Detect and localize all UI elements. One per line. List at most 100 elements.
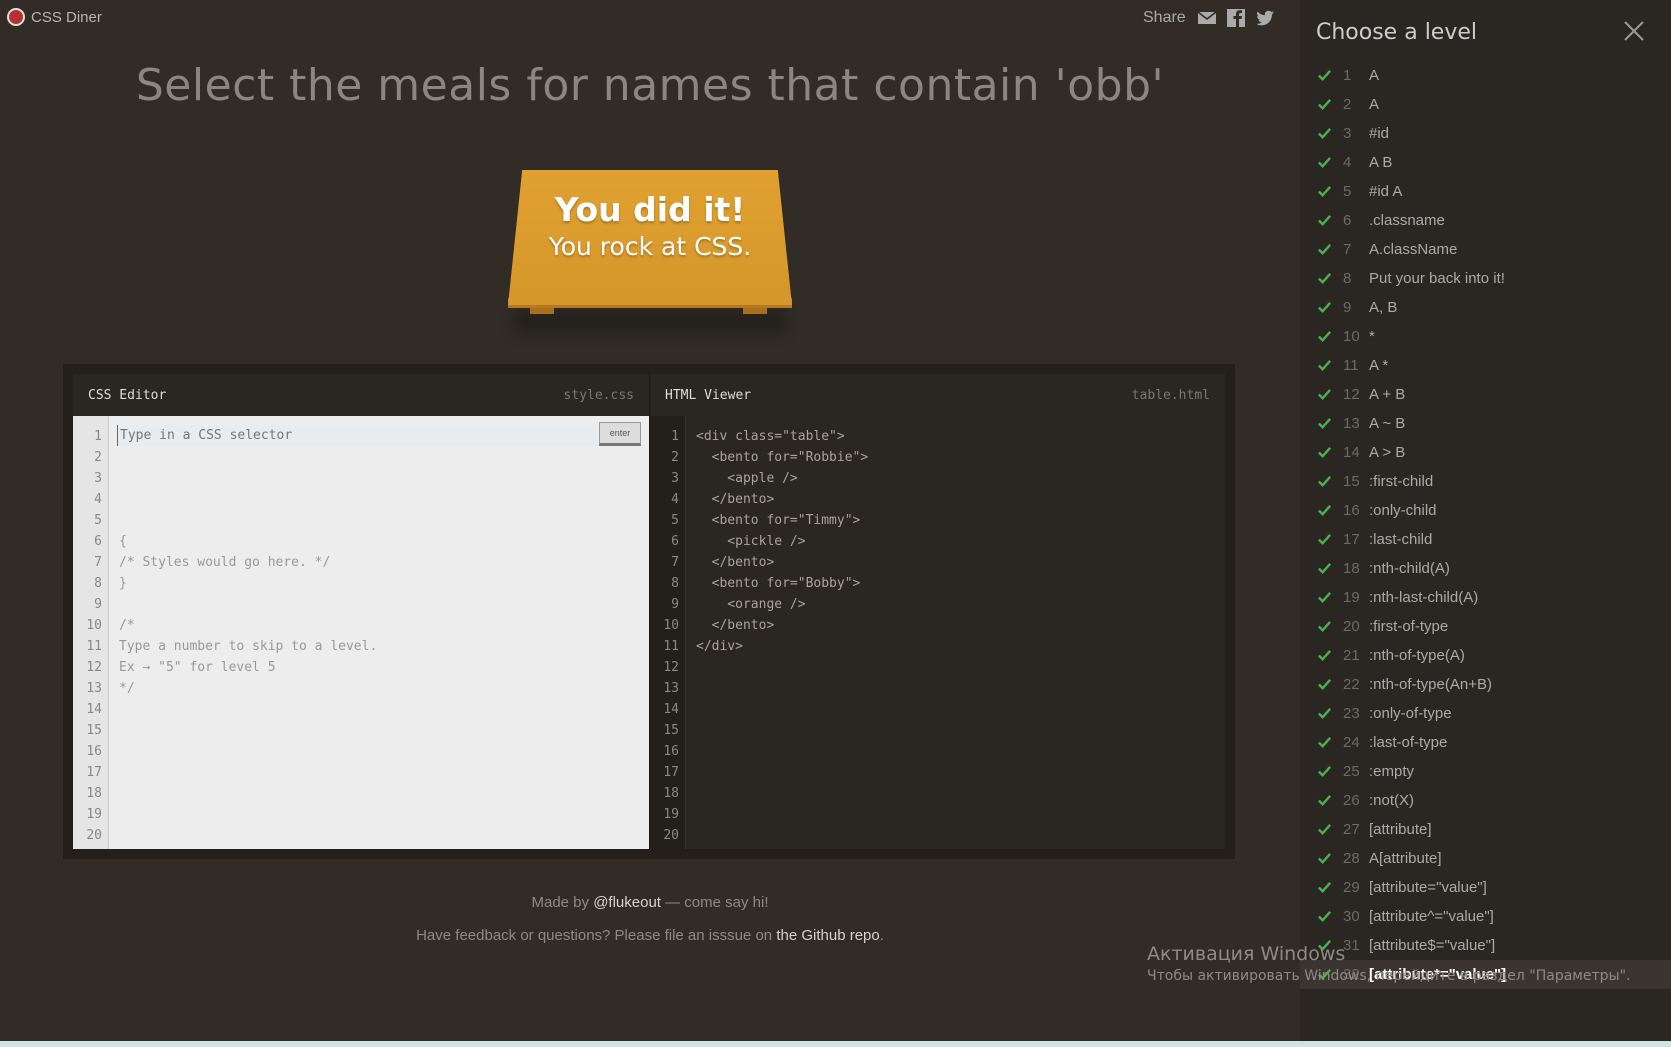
- level-number: 25: [1343, 763, 1360, 780]
- level-item[interactable]: 20:first-of-type: [1300, 612, 1671, 641]
- level-instructions: Select the meals for names that contain …: [135, 60, 1165, 111]
- checkmark-icon: [1317, 474, 1339, 489]
- css-line-number: 5: [94, 513, 102, 528]
- level-item[interactable]: 22:nth-of-type(An+B): [1300, 670, 1671, 699]
- level-item[interactable]: 29 [attribute="value"]: [1300, 873, 1671, 902]
- checkmark-icon: [1317, 155, 1339, 170]
- level-item[interactable]: 16:only-child: [1300, 496, 1671, 525]
- level-item[interactable]: 12 A + B: [1300, 380, 1671, 409]
- level-item[interactable]: 17:last-child: [1300, 525, 1671, 554]
- level-item[interactable]: 25:empty: [1300, 757, 1671, 786]
- level-selector-label: :nth-of-type(An+B): [1369, 676, 1492, 693]
- level-item[interactable]: 18:nth-child(A): [1300, 554, 1671, 583]
- level-item[interactable]: 15:first-child: [1300, 467, 1671, 496]
- level-item[interactable]: 27 [attribute]: [1300, 815, 1671, 844]
- level-item[interactable]: 1A: [1300, 61, 1671, 90]
- checkmark-icon: [1317, 68, 1339, 83]
- html-code-line[interactable]: <bento for="Timmy">: [696, 510, 1225, 531]
- level-selector-label: *: [1369, 328, 1375, 345]
- html-code-area[interactable]: <div class="table"> <bento for="Robbie">…: [686, 416, 1225, 849]
- css-code-line: }: [119, 576, 127, 591]
- css-line-number: 14: [86, 702, 102, 717]
- level-selector-label: A.className: [1369, 241, 1458, 258]
- html-line-number: 6: [671, 534, 679, 549]
- checkmark-icon: [1317, 561, 1339, 576]
- html-code-line[interactable]: </bento>: [696, 489, 1225, 510]
- facebook-icon[interactable]: [1226, 8, 1246, 28]
- html-line-number: 3: [671, 471, 679, 486]
- level-item[interactable]: 30 [attribute^="value"]: [1300, 902, 1671, 931]
- css-line-number: 15: [86, 723, 102, 738]
- level-item[interactable]: 9 A, B: [1300, 293, 1671, 322]
- css-line-number: 7: [94, 555, 102, 570]
- flukeout-link[interactable]: @flukeout: [593, 894, 661, 911]
- level-number: 23: [1343, 705, 1360, 722]
- html-line-number: 17: [663, 765, 679, 780]
- logo-icon: [7, 8, 25, 26]
- html-code-line[interactable]: </div>: [696, 636, 1225, 657]
- css-line-number: 2: [94, 450, 102, 465]
- level-number: 29: [1343, 879, 1360, 896]
- close-icon[interactable]: [1623, 20, 1645, 42]
- level-item[interactable]: 6 .classname: [1300, 206, 1671, 235]
- level-item[interactable]: 26:not(X): [1300, 786, 1671, 815]
- level-item[interactable]: 14 A > B: [1300, 438, 1671, 467]
- css-code-area[interactable]: enter {/* Styles would go here. */} /* Typ…: [109, 416, 649, 849]
- html-code-line[interactable]: <bento for="Robbie">: [696, 447, 1225, 468]
- html-code-line[interactable]: <div class="table">: [696, 426, 1225, 447]
- level-selector-label: :nth-child(A): [1369, 560, 1450, 577]
- level-item[interactable]: 28 A[attribute]: [1300, 844, 1671, 873]
- level-selector-label: :not(X): [1369, 792, 1415, 809]
- checkmark-icon: [1317, 329, 1339, 344]
- checkmark-icon: [1317, 300, 1339, 315]
- footer-feedback-prefix: Have feedback or questions? Please file …: [416, 927, 777, 944]
- html-line-number: 2: [671, 450, 679, 465]
- html-code-line[interactable]: </bento>: [696, 615, 1225, 636]
- checkmark-icon: [1317, 822, 1339, 837]
- enter-button[interactable]: enter: [599, 422, 641, 446]
- level-number: 21: [1343, 647, 1360, 664]
- level-item[interactable]: 7 A.className: [1300, 235, 1671, 264]
- level-item[interactable]: 5 #id A: [1300, 177, 1671, 206]
- html-viewer-title: HTML Viewer: [665, 387, 752, 403]
- level-number: 17: [1343, 531, 1360, 548]
- html-code-line[interactable]: <pickle />: [696, 531, 1225, 552]
- css-code-line: Ex → "5" for level 5: [119, 660, 276, 675]
- level-item[interactable]: 4 A B: [1300, 148, 1671, 177]
- level-item[interactable]: 13 A ~ B: [1300, 409, 1671, 438]
- level-item[interactable]: 3 #id: [1300, 119, 1671, 148]
- css-selector-input[interactable]: [117, 425, 597, 446]
- html-viewer-pane: HTML Viewer table.html 1 2 3 4 5 6 7 8 9 10 11 12 13…: [649, 374, 1225, 849]
- checkmark-icon: [1317, 735, 1339, 750]
- level-selector-label: A ~ B: [1369, 415, 1406, 432]
- html-code-line[interactable]: </bento>: [696, 552, 1225, 573]
- level-number: 1: [1343, 67, 1352, 84]
- level-item[interactable]: 8 Put your back into it!: [1300, 264, 1671, 293]
- css-line-number: 17: [86, 765, 102, 780]
- css-line-number: 9: [94, 597, 102, 612]
- mail-icon[interactable]: [1197, 8, 1217, 28]
- app-title: CSS Diner: [31, 8, 102, 26]
- level-item[interactable]: 2A: [1300, 90, 1671, 119]
- github-repo-link[interactable]: the Github repo: [776, 927, 879, 944]
- html-code-line[interactable]: <orange />: [696, 594, 1225, 615]
- level-item[interactable]: 11 A *: [1300, 351, 1671, 380]
- html-code-line[interactable]: <apple />: [696, 468, 1225, 489]
- level-item[interactable]: 24:last-of-type: [1300, 728, 1671, 757]
- checkmark-icon: [1317, 648, 1339, 663]
- level-number: 12: [1343, 386, 1360, 403]
- css-code-line: Type a number to skip to a level.: [119, 639, 378, 654]
- level-item[interactable]: 31 [attribute$="value"]: [1300, 931, 1671, 960]
- level-selector-label: [attribute="value"]: [1369, 879, 1487, 896]
- level-item[interactable]: 23:only-of-type: [1300, 699, 1671, 728]
- html-code-line[interactable]: <bento for="Bobby">: [696, 573, 1225, 594]
- level-item[interactable]: 21:nth-of-type(A): [1300, 641, 1671, 670]
- level-selector-label: A: [1369, 96, 1380, 113]
- level-item[interactable]: 10 *: [1300, 322, 1671, 351]
- checkmark-icon: [1317, 445, 1339, 460]
- level-number: 10: [1343, 328, 1360, 345]
- app-logo[interactable]: CSS Diner: [7, 8, 102, 26]
- level-item[interactable]: 19:nth-last-child(A): [1300, 583, 1671, 612]
- checkmark-icon: [1317, 532, 1339, 547]
- twitter-icon[interactable]: [1255, 8, 1275, 28]
